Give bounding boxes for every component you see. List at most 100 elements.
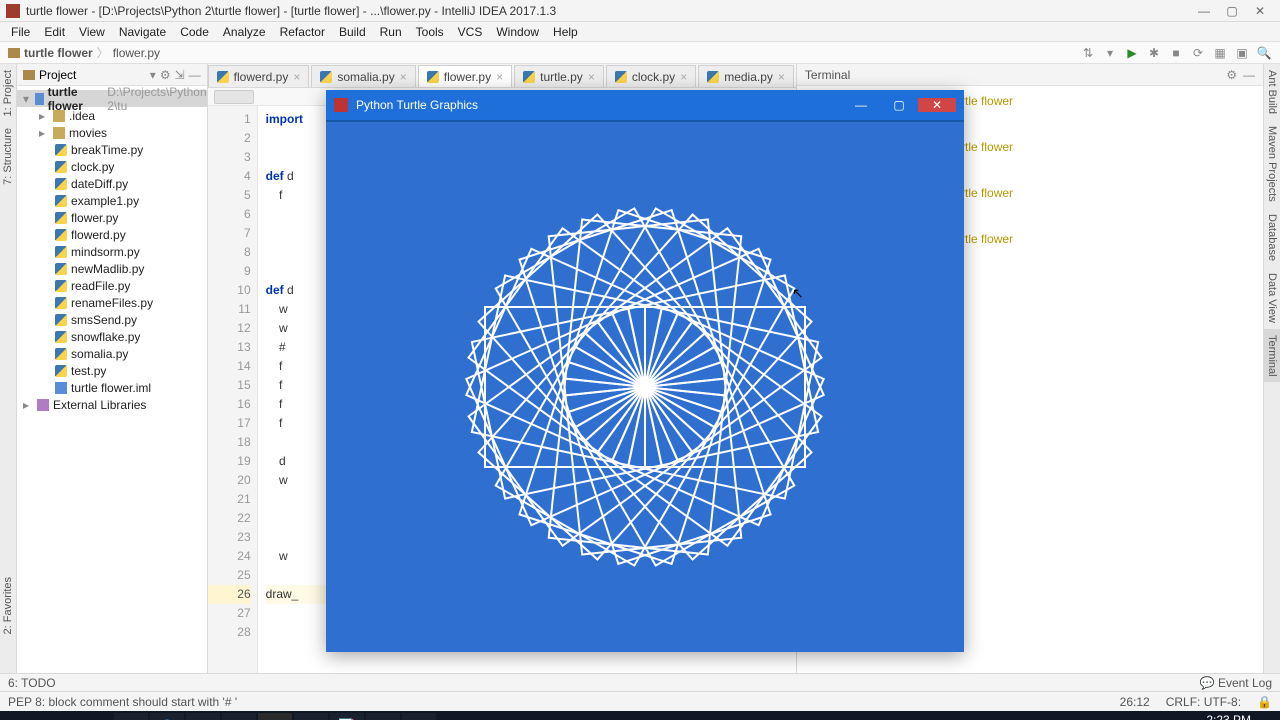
tool-tab-database[interactable]: Database (1264, 208, 1280, 267)
status-message: PEP 8: block comment should start with '… (8, 695, 237, 709)
editor-tabs: flowerd.py×somalia.py×flower.py×turtle.p… (208, 64, 796, 88)
toolbar-dropdown-icon[interactable]: ▾ (1102, 45, 1118, 61)
window-maximize-button[interactable]: ▢ (1218, 4, 1246, 18)
menu-build[interactable]: Build (334, 23, 371, 41)
turtle-maximize-button[interactable]: ▢ (880, 98, 918, 112)
tree-row[interactable]: clock.py (17, 158, 207, 175)
cursor-position: 26:12 (1120, 695, 1150, 709)
editor-tab[interactable]: flowerd.py× (208, 65, 310, 87)
taskbar-app-notepad[interactable]: 📝 (330, 713, 364, 720)
menu-navigate[interactable]: Navigate (114, 23, 171, 41)
tree-row[interactable]: newMadlib.py (17, 260, 207, 277)
tree-row[interactable]: flower.py (17, 209, 207, 226)
todo-label[interactable]: 6: TODO (8, 676, 56, 690)
tree-row[interactable]: ▸External Libraries (17, 396, 207, 413)
start-button[interactable]: ⊞ (6, 713, 40, 720)
turtle-minimize-button[interactable]: — (842, 98, 880, 112)
menu-refactor[interactable]: Refactor (275, 23, 330, 41)
tree-row[interactable]: dateDiff.py (17, 175, 207, 192)
toolbar-icon[interactable]: ⟳ (1190, 45, 1206, 61)
lock-icon[interactable]: 🔒 (1257, 695, 1272, 709)
tree-row[interactable]: somalia.py (17, 345, 207, 362)
search-icon[interactable]: 🔍 (1256, 45, 1272, 61)
taskbar-clock[interactable]: 2:23 PM 3/9/2018 (1204, 714, 1251, 720)
tree-row[interactable]: smsSend.py (17, 311, 207, 328)
project-tree[interactable]: ▾turtle flowerD:\Projects\Python 2\tu▸.i… (17, 86, 207, 673)
editor-tab[interactable]: turtle.py× (514, 65, 604, 87)
gear-icon[interactable]: ⚙ (160, 68, 171, 82)
menu-analyze[interactable]: Analyze (218, 23, 271, 41)
tree-row[interactable]: example1.py (17, 192, 207, 209)
window-close-button[interactable]: ✕ (1246, 4, 1274, 18)
taskbar-app-sublime[interactable]: ▣ (222, 713, 256, 720)
collapse-icon[interactable]: ▾ (150, 68, 156, 82)
taskbar-app-skype[interactable]: Ⓢ (150, 713, 184, 720)
menu-run[interactable]: Run (375, 23, 407, 41)
menu-edit[interactable]: Edit (39, 23, 70, 41)
hide-icon[interactable]: — (189, 68, 201, 82)
turtle-close-button[interactable]: ✕ (918, 98, 956, 112)
tool-tab-favorites[interactable]: 2: Favorites (0, 571, 16, 640)
run-button[interactable]: ▶ (1124, 45, 1140, 61)
todo-bar: 6: TODO 💬 Event Log (0, 673, 1280, 691)
project-panel-header: Project ▾ ⚙ ⇲ — (17, 64, 207, 86)
debug-button[interactable]: ✱ (1146, 45, 1162, 61)
tool-tab-terminal[interactable]: Terminal (1264, 329, 1280, 383)
editor-tab[interactable]: somalia.py× (311, 65, 415, 87)
settings-icon[interactable]: ⇲ (175, 68, 185, 82)
tree-row[interactable]: renameFiles.py (17, 294, 207, 311)
window-title: turtle flower - [D:\Projects\Python 2\tu… (26, 4, 556, 18)
breadcrumb[interactable]: turtle flower 〉 flower.py (8, 44, 160, 61)
taskbar-app-explorer[interactable]: 📁 (114, 713, 148, 720)
task-view-button[interactable]: ❐ (78, 713, 112, 720)
taskbar-app-chrome[interactable]: ◉ (186, 713, 220, 720)
tree-row[interactable]: ▾turtle flowerD:\Projects\Python 2\tu (17, 90, 207, 107)
menu-help[interactable]: Help (548, 23, 583, 41)
tree-row[interactable]: ▸movies (17, 124, 207, 141)
menu-tools[interactable]: Tools (411, 23, 449, 41)
taskbar-app-terminal[interactable]: ▥ (366, 713, 400, 720)
taskbar-app-camtasia[interactable]: C (294, 713, 328, 720)
tree-row[interactable]: snowflake.py (17, 328, 207, 345)
tool-tab-ant[interactable]: Ant Build (1264, 64, 1280, 120)
menu-code[interactable]: Code (175, 23, 214, 41)
tree-row[interactable]: readFile.py (17, 277, 207, 294)
editor-tab[interactable]: flower.py× (418, 65, 512, 87)
toolbar-icon[interactable]: ▦ (1212, 45, 1228, 61)
tree-row[interactable]: turtle flower.iml (17, 379, 207, 396)
nav-pill[interactable] (214, 90, 254, 104)
menu-window[interactable]: Window (491, 23, 544, 41)
taskbar-app-python[interactable]: 🐢 (402, 713, 436, 720)
menu-view[interactable]: View (74, 23, 110, 41)
toolbar-icon[interactable]: ▣ (1234, 45, 1250, 61)
cortana-button[interactable]: ◯ (42, 713, 76, 720)
tree-row[interactable]: mindsorm.py (17, 243, 207, 260)
menu-file[interactable]: File (6, 23, 35, 41)
tree-row[interactable]: flowerd.py (17, 226, 207, 243)
turtle-titlebar[interactable]: Python Turtle Graphics — ▢ ✕ (326, 90, 964, 120)
taskbar-app-intellij[interactable]: IJ (258, 713, 292, 720)
tree-row[interactable]: breakTime.py (17, 141, 207, 158)
event-log-button[interactable]: 💬 Event Log (1200, 676, 1272, 690)
tool-tab-structure[interactable]: 7: Structure (0, 122, 16, 191)
window-minimize-button[interactable]: — (1190, 4, 1218, 18)
tree-row[interactable]: test.py (17, 362, 207, 379)
terminal-title: Terminal (805, 68, 850, 82)
toolbar-sort-icon[interactable]: ⇅ (1080, 45, 1096, 61)
window-titlebar: turtle flower - [D:\Projects\Python 2\tu… (0, 0, 1280, 22)
windows-taskbar: ⊞ ◯ ❐ 📁 Ⓢ ◉ ▣ IJ C 📝 ▥ 🐢 👤 ˄ 📶 🔊 2:23 PM… (0, 711, 1280, 720)
tool-tab-dataview[interactable]: Data View (1264, 267, 1280, 329)
app-icon (6, 4, 20, 18)
menu-vcs[interactable]: VCS (453, 23, 488, 41)
editor-tab[interactable]: clock.py× (606, 65, 696, 87)
turtle-graphics-window: Python Turtle Graphics — ▢ ✕ ↖ (326, 90, 964, 652)
editor-tab[interactable]: media.py× (698, 65, 794, 87)
hide-icon[interactable]: — (1243, 68, 1255, 82)
encoding-label[interactable]: CRLF: UTF-8: (1166, 695, 1241, 709)
system-tray[interactable]: 👤 ˄ 📶 🔊 2:23 PM 3/9/2018 💬 (1120, 714, 1274, 720)
tool-tab-maven[interactable]: Maven Projects (1264, 120, 1280, 208)
turtle-canvas: ↖ (326, 120, 964, 652)
stop-button[interactable]: ■ (1168, 45, 1184, 61)
gear-icon[interactable]: ⚙ (1226, 68, 1237, 82)
tool-tab-project[interactable]: 1: Project (0, 64, 16, 122)
